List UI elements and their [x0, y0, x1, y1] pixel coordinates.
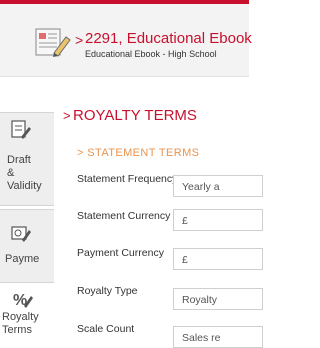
percent-pencil-icon: %: [12, 288, 34, 310]
sidebar-item-payment[interactable]: Payme: [0, 209, 54, 283]
book-edit-icon: [35, 26, 73, 58]
payment-currency-label: Payment Currency: [77, 247, 164, 259]
sidebar: Draft & Validity Payme % Royalty Terms: [0, 77, 54, 347]
sidebar-item-label: Draft & Validity: [7, 154, 42, 192]
payment-pencil-icon: [10, 222, 32, 244]
statement-frequency-label: Statement Frequency: [77, 173, 178, 185]
panel-title: ROYALTY TERMS: [73, 107, 197, 124]
breadcrumb-arrow: >: [75, 32, 84, 48]
page-title: 2291, Educational Ebook: [85, 30, 252, 47]
page-header: > 2291, Educational Ebook Educational Eb…: [0, 4, 252, 77]
sidebar-item-label: Payme: [5, 253, 40, 265]
scale-count-label: Scale Count: [77, 323, 135, 335]
section-header-statement-terms[interactable]: > STATEMENT TERMS: [77, 147, 199, 159]
sidebar-item-draft-validity[interactable]: Draft & Validity: [0, 112, 54, 206]
statement-currency-select[interactable]: £: [173, 209, 263, 231]
scale-count-select[interactable]: Sales re: [173, 326, 263, 348]
sidebar-item-label: Royalty Terms: [2, 311, 39, 336]
statement-frequency-select[interactable]: Yearly a: [173, 175, 263, 197]
page-subtitle: Educational Ebook - High School: [85, 49, 217, 59]
payment-currency-select[interactable]: £: [173, 248, 263, 270]
panel-title-arrow: >: [63, 108, 71, 123]
statement-currency-label: Statement Currency: [77, 210, 171, 222]
checklist-pencil-icon: [10, 119, 32, 141]
sidebar-item-royalty-terms[interactable]: % Royalty Terms: [0, 285, 54, 347]
royalty-type-label: Royalty Type: [77, 285, 138, 297]
royalty-type-select[interactable]: Royalty: [173, 288, 263, 310]
